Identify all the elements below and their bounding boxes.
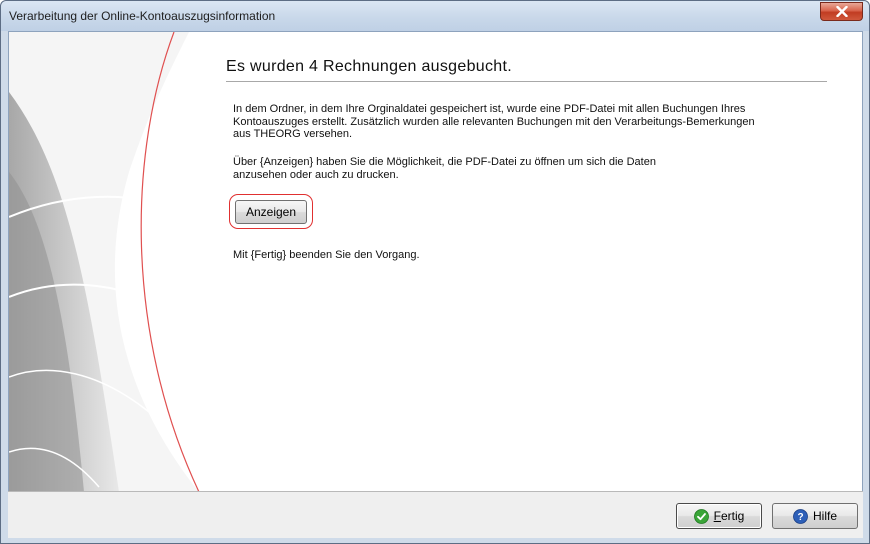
heading-divider xyxy=(226,81,827,82)
anzeigen-button[interactable]: Anzeigen xyxy=(235,200,307,224)
hilfe-label: Hilfe xyxy=(812,509,837,523)
title-bar[interactable]: Verarbeitung der Online-Kontoauszugsinfo… xyxy=(1,1,869,31)
help-circle-icon: ? xyxy=(793,508,808,524)
page-heading: Es wurden 4 Rechnungen ausgebucht. xyxy=(226,58,512,75)
info-paragraph-fertig: Mit {Fertig} beenden Sie den Vorgang. xyxy=(233,249,420,261)
hilfe-button[interactable]: ? Hilfe xyxy=(772,503,858,529)
button-bar: Fertig ? Hilfe xyxy=(8,491,863,538)
decorative-swoosh-graphic xyxy=(9,32,200,492)
fertig-label: ertig xyxy=(721,509,745,523)
fertig-mnemonic: F xyxy=(713,509,721,523)
close-icon xyxy=(835,6,848,17)
info-paragraph-pdf-created: In dem Ordner, in dem Ihre Orginaldatei … xyxy=(233,103,755,140)
dialog-window: Verarbeitung der Online-Kontoauszugsinfo… xyxy=(0,0,870,544)
info-paragraph-anzeigen: Über {Anzeigen} haben Sie die Möglichkei… xyxy=(233,156,656,181)
fertig-button[interactable]: Fertig xyxy=(676,503,762,529)
close-button[interactable] xyxy=(820,2,863,21)
svg-text:?: ? xyxy=(797,512,803,523)
check-circle-icon xyxy=(693,508,709,524)
wizard-content-area: Es wurden 4 Rechnungen ausgebucht. In de… xyxy=(8,31,863,538)
window-title: Verarbeitung der Online-Kontoauszugsinfo… xyxy=(9,9,276,23)
